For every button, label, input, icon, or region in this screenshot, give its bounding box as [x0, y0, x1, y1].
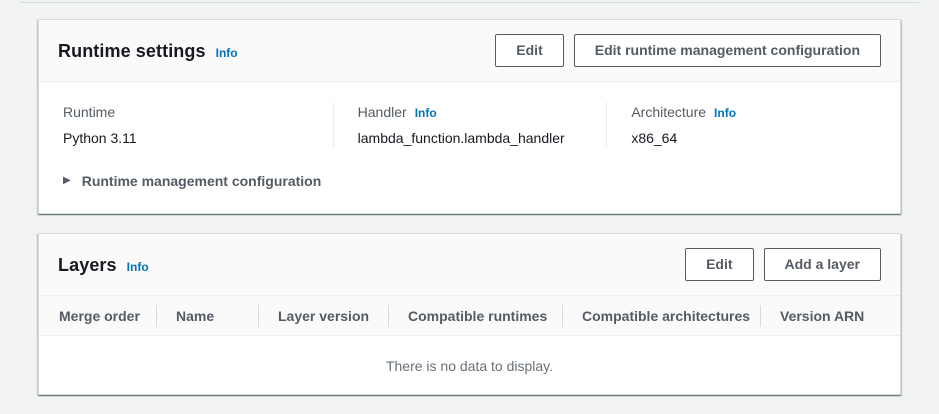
runtime-settings-card: Runtime settings Info Edit Edit runtime … [38, 19, 901, 214]
architecture-label: Architecture [631, 102, 706, 122]
architecture-value: x86_64 [631, 128, 880, 148]
info-link[interactable]: Info [714, 106, 736, 120]
info-link[interactable]: Info [127, 260, 149, 274]
column-header-layer-version: Layer version [258, 296, 388, 335]
edit-runtime-settings-button[interactable]: Edit [495, 34, 563, 67]
column-header-compatible-architectures: Compatible architectures [562, 296, 760, 335]
runtime-settings-fields: Runtime Python 3.11 Handler Info lambda_… [59, 102, 880, 148]
layers-header: Layers Info Edit Add a layer [39, 234, 900, 296]
layers-card: Layers Info Edit Add a layer Merge order… [38, 233, 901, 395]
column-header-compatible-runtimes: Compatible runtimes [388, 296, 562, 335]
runtime-settings-header: Runtime settings Info Edit Edit runtime … [39, 20, 900, 82]
handler-field: Handler Info lambda_function.lambda_hand… [333, 102, 607, 148]
top-divider [20, 2, 919, 3]
empty-table-message: There is no data to display. [39, 336, 900, 376]
edit-runtime-management-configuration-button[interactable]: Edit runtime management configuration [574, 34, 881, 67]
handler-value: lambda_function.lambda_handler [358, 128, 607, 148]
column-header-version-arn: Version ARN [760, 296, 900, 335]
caret-right-icon: ▶ [63, 176, 71, 186]
info-link[interactable]: Info [216, 46, 238, 60]
runtime-management-configuration-expander[interactable]: ▶ Runtime management configuration [63, 172, 880, 190]
column-header-merge-order: Merge order [39, 296, 156, 335]
layers-table-header: Merge order Name Layer version Compatibl… [39, 296, 900, 336]
runtime-label: Runtime [63, 102, 115, 122]
column-header-name: Name [156, 296, 258, 335]
edit-layers-button[interactable]: Edit [685, 248, 753, 281]
add-a-layer-button[interactable]: Add a layer [764, 248, 881, 281]
runtime-settings-title: Runtime settings [58, 40, 206, 62]
info-link[interactable]: Info [415, 106, 437, 120]
handler-label: Handler [358, 102, 407, 122]
runtime-field: Runtime Python 3.11 [59, 102, 333, 148]
architecture-field: Architecture Info x86_64 [606, 102, 880, 148]
runtime-value: Python 3.11 [63, 128, 333, 148]
expander-label: Runtime management configuration [82, 172, 322, 190]
layers-title: Layers [58, 254, 117, 276]
